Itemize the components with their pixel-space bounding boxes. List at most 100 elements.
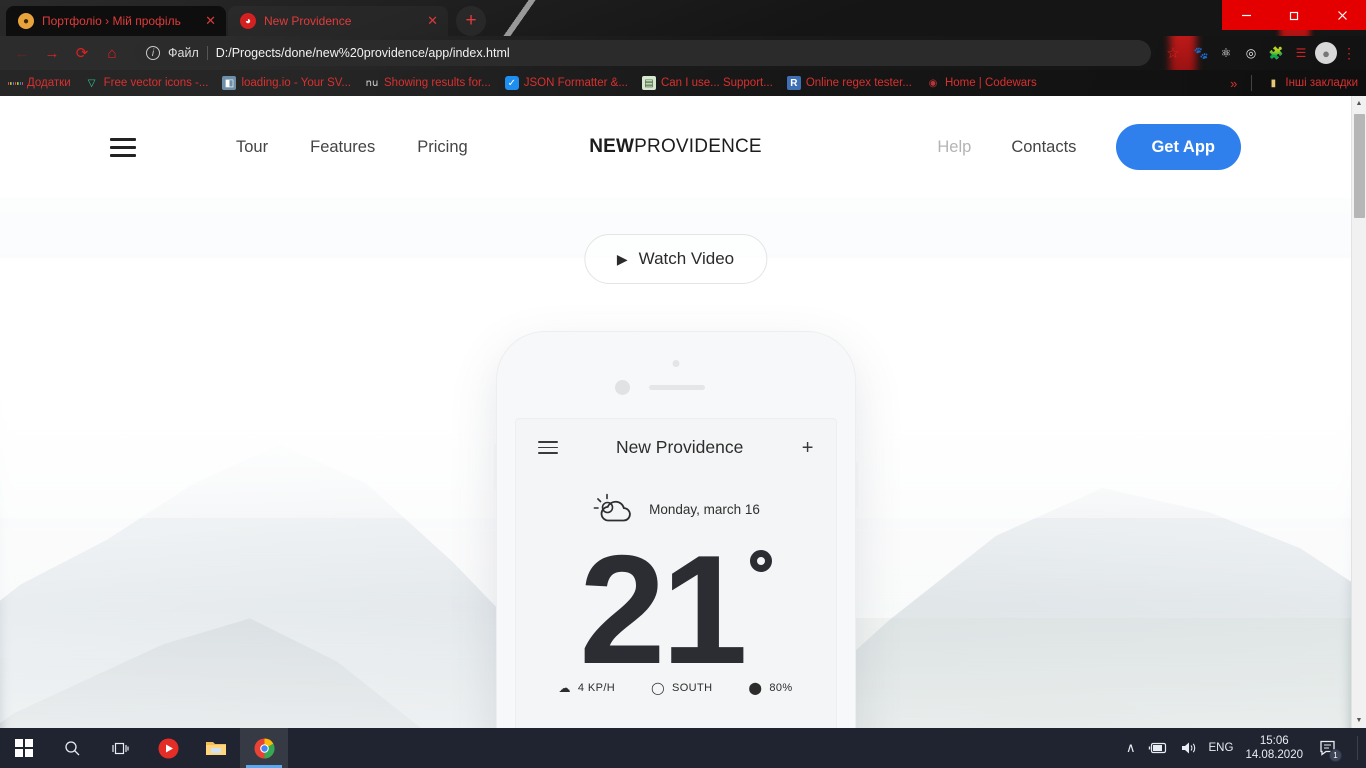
nu-icon: ոս xyxy=(365,77,379,89)
browser-tab-0[interactable]: ● Портфоліо › Мій профіль ✕ xyxy=(6,6,226,36)
wind-icon: ☁ xyxy=(558,681,571,695)
bookmarks-separator xyxy=(1251,75,1253,91)
get-app-button[interactable]: Get App xyxy=(1116,124,1241,170)
bookmark-item[interactable]: ◧ loading.io - Your SV... xyxy=(222,76,351,90)
app-add-icon[interactable]: + xyxy=(802,438,814,458)
temperature-block: 21 ☁ 4 KP/H ◯ SOUTH ⬤ 80% xyxy=(516,523,836,696)
notification-badge: 1 xyxy=(1329,749,1342,762)
bookmark-label: Can I use... Support... xyxy=(660,77,773,89)
scroll-down-arrow-icon[interactable]: ▼ xyxy=(1352,713,1366,728)
page-scrollbar[interactable]: ▲ ▼ xyxy=(1351,96,1366,728)
bookmark-label: Free vector icons -... xyxy=(103,77,209,89)
hero-section: ▶ Watch Video New Providence + Monday, m… xyxy=(0,198,1351,728)
hamburger-icon[interactable] xyxy=(110,137,136,157)
bookmark-item[interactable]: ▽ Free vector icons -... xyxy=(85,76,209,90)
regex-r-icon: R xyxy=(786,76,801,90)
bookmark-star-icon[interactable]: ☆ xyxy=(1159,39,1187,67)
clock[interactable]: 15:06 14.08.2020 xyxy=(1245,734,1303,763)
language-indicator[interactable]: ENG xyxy=(1209,742,1234,754)
stat-value: 80% xyxy=(769,682,793,694)
clock-time: 15:06 xyxy=(1259,734,1289,747)
paw-extension-icon[interactable]: 🐾 xyxy=(1190,42,1212,64)
show-desktop-button[interactable] xyxy=(1357,736,1358,760)
bookmark-label: Showing results for... xyxy=(384,77,491,89)
stat-direction: ◯ SOUTH xyxy=(651,681,712,695)
list-extension-icon[interactable]: ☰ xyxy=(1290,42,1312,64)
youtube-music-button[interactable] xyxy=(144,728,192,768)
nav-link-tour[interactable]: Tour xyxy=(236,138,268,157)
watch-video-label: Watch Video xyxy=(638,249,735,268)
bookmark-label: Online regex tester... xyxy=(805,77,912,89)
folder-icon xyxy=(206,742,226,755)
forward-icon[interactable]: → xyxy=(38,39,66,67)
get-app-label: Get App xyxy=(1151,137,1215,156)
tab-close-icon[interactable]: ✕ xyxy=(425,13,440,29)
task-view-icon xyxy=(111,742,129,754)
caniuse-icon: ▤ xyxy=(641,76,656,90)
task-view-button[interactable] xyxy=(96,728,144,768)
scroll-up-arrow-icon[interactable]: ▲ xyxy=(1352,96,1366,111)
tab-title: Портфоліо › Мій профіль xyxy=(42,14,181,28)
secondary-nav: Help Contacts Get App xyxy=(937,124,1241,170)
close-button[interactable] xyxy=(1318,0,1366,30)
windows-taskbar: ∧ ENG 15:06 14.08.2020 1 xyxy=(0,728,1366,768)
codewars-icon: ◉ xyxy=(928,77,938,89)
url-text: D:/Progects/done/new%20providence/app/in… xyxy=(215,46,510,60)
browser-window: ● Портфоліо › Мій профіль ✕ ◕ New Provid… xyxy=(0,0,1366,728)
new-tab-button[interactable]: + xyxy=(456,6,486,36)
site-header: Tour Features Pricing NEWPROVIDENCE Help… xyxy=(0,96,1351,198)
reload-icon[interactable]: ⟳ xyxy=(68,39,96,67)
chrome-button[interactable] xyxy=(240,728,288,768)
notifications-button[interactable]: 1 xyxy=(1315,733,1342,763)
bookmark-label: Додатки xyxy=(27,77,71,89)
bookmark-item[interactable]: R Online regex tester... xyxy=(786,76,912,90)
other-bookmarks-item[interactable]: ▮ Інші закладки xyxy=(1266,76,1358,90)
file-explorer-button[interactable] xyxy=(192,728,240,768)
back-icon[interactable]: ← xyxy=(8,39,36,67)
bookmark-item[interactable]: ոս Showing results for... xyxy=(365,76,491,90)
bookmark-item[interactable]: Додатки xyxy=(8,76,71,90)
watch-video-button[interactable]: ▶ Watch Video xyxy=(583,234,768,284)
compass-icon: ◯ xyxy=(651,681,665,695)
bookmark-item[interactable]: ✓ JSON Formatter &... xyxy=(504,76,628,90)
youtube-music-icon xyxy=(158,738,178,758)
target-extension-icon[interactable]: ◎ xyxy=(1240,42,1262,64)
logo-bold-part: NEW xyxy=(589,136,635,157)
chrome-icon xyxy=(254,737,275,759)
folder-icon: ▮ xyxy=(1270,77,1277,89)
loadingio-icon: ◧ xyxy=(222,76,237,90)
browser-tab-1[interactable]: ◕ New Providence ✕ xyxy=(228,6,448,36)
nav-link-pricing[interactable]: Pricing xyxy=(417,138,467,157)
tab-close-icon[interactable]: ✕ xyxy=(203,13,218,29)
phone-sensor xyxy=(614,380,630,395)
nav-link-features[interactable]: Features xyxy=(310,138,375,157)
nav-link-contacts[interactable]: Contacts xyxy=(1011,138,1076,157)
phone-mockup: New Providence + Monday, march 16 21 ☁ 4… xyxy=(493,332,858,728)
profile-favicon: ● xyxy=(18,13,34,29)
app-hamburger-icon[interactable] xyxy=(537,440,558,455)
stat-humidity: ⬤ 80% xyxy=(748,681,792,695)
bookmark-item[interactable]: ▤ Can I use... Support... xyxy=(641,76,773,90)
search-icon xyxy=(64,740,79,755)
start-button[interactable] xyxy=(0,728,48,768)
puzzle-extension-icon[interactable]: 🧩 xyxy=(1265,42,1287,64)
maximize-button[interactable] xyxy=(1270,0,1318,30)
chrome-menu-icon[interactable]: ⋮ xyxy=(1340,45,1358,62)
search-button[interactable] xyxy=(48,728,96,768)
minimize-button[interactable] xyxy=(1222,0,1270,30)
bookmark-item[interactable]: ◉ Home | Codewars xyxy=(926,76,1037,90)
site-logo[interactable]: NEWPROVIDENCE xyxy=(589,136,762,158)
home-icon[interactable]: ⌂ xyxy=(98,39,126,67)
address-bar[interactable]: i Файл D:/Progects/done/new%20providence… xyxy=(134,40,1151,66)
avatar[interactable]: ● xyxy=(1315,42,1337,64)
scrollbar-thumb[interactable] xyxy=(1354,114,1365,218)
react-devtools-icon[interactable]: ⚛ xyxy=(1215,42,1237,64)
window-controls xyxy=(1222,0,1366,30)
nav-link-help[interactable]: Help xyxy=(937,138,971,157)
tray-chevron-icon[interactable]: ∧ xyxy=(1126,740,1136,756)
bookmarks-overflow-icon[interactable]: » xyxy=(1230,76,1237,91)
site-info-icon[interactable]: i xyxy=(146,46,160,60)
url-scheme-label: Файл xyxy=(168,46,199,60)
page-viewport: Tour Features Pricing NEWPROVIDENCE Help… xyxy=(0,96,1366,728)
temperature-value: 21 xyxy=(579,523,747,696)
